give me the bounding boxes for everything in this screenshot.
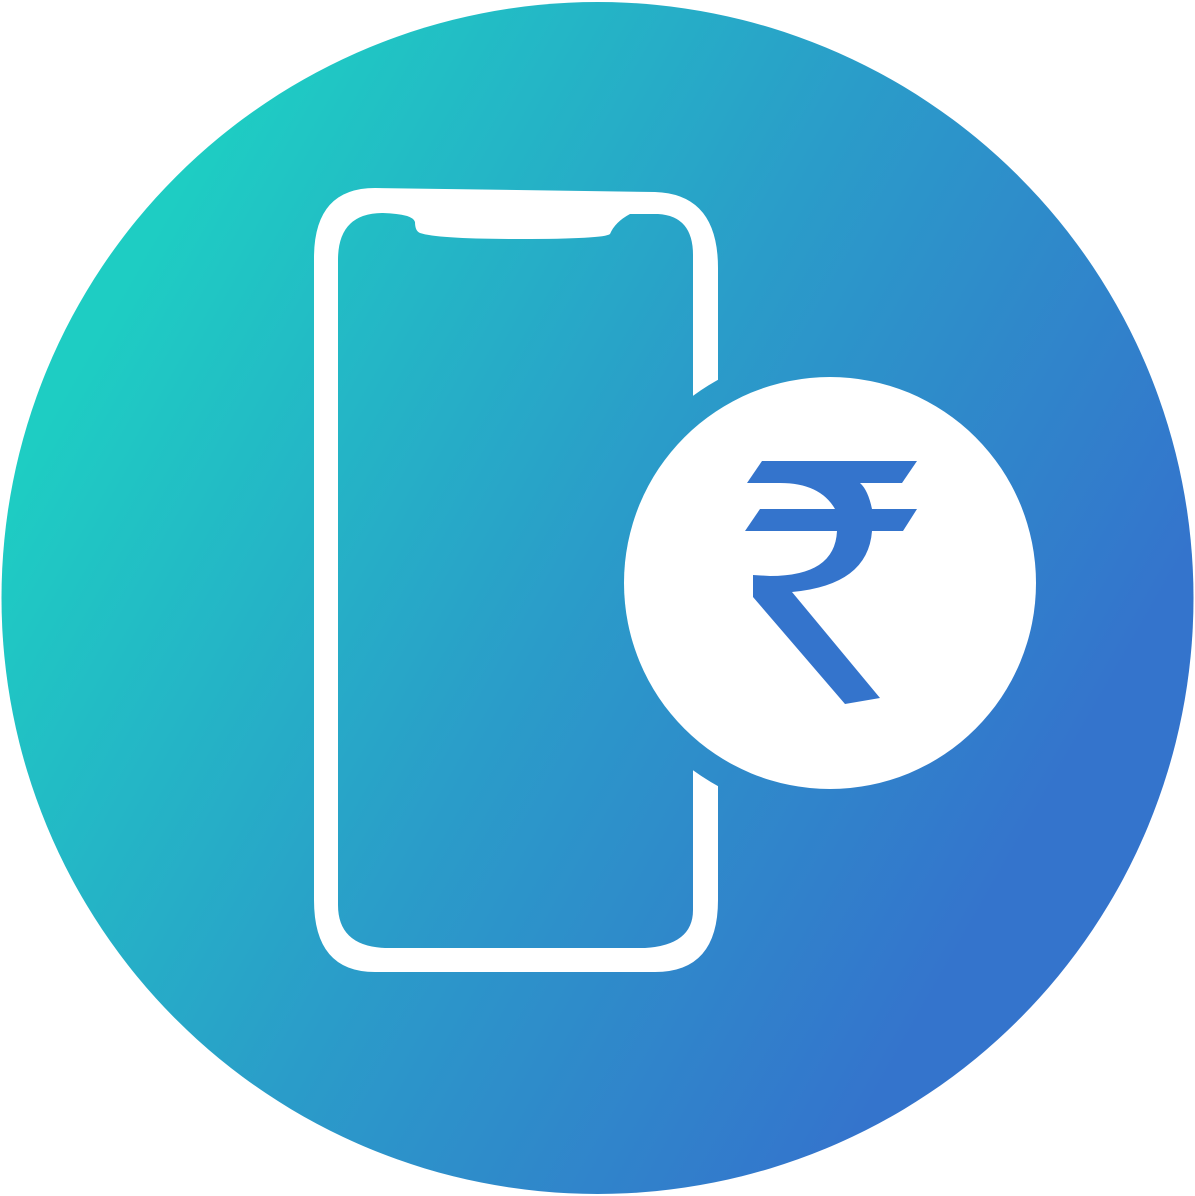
rupee-coin-icon [624, 377, 1036, 789]
app-icon [0, 0, 1195, 1196]
mobile-payment-rupee-icon [1, 2, 1194, 1194]
